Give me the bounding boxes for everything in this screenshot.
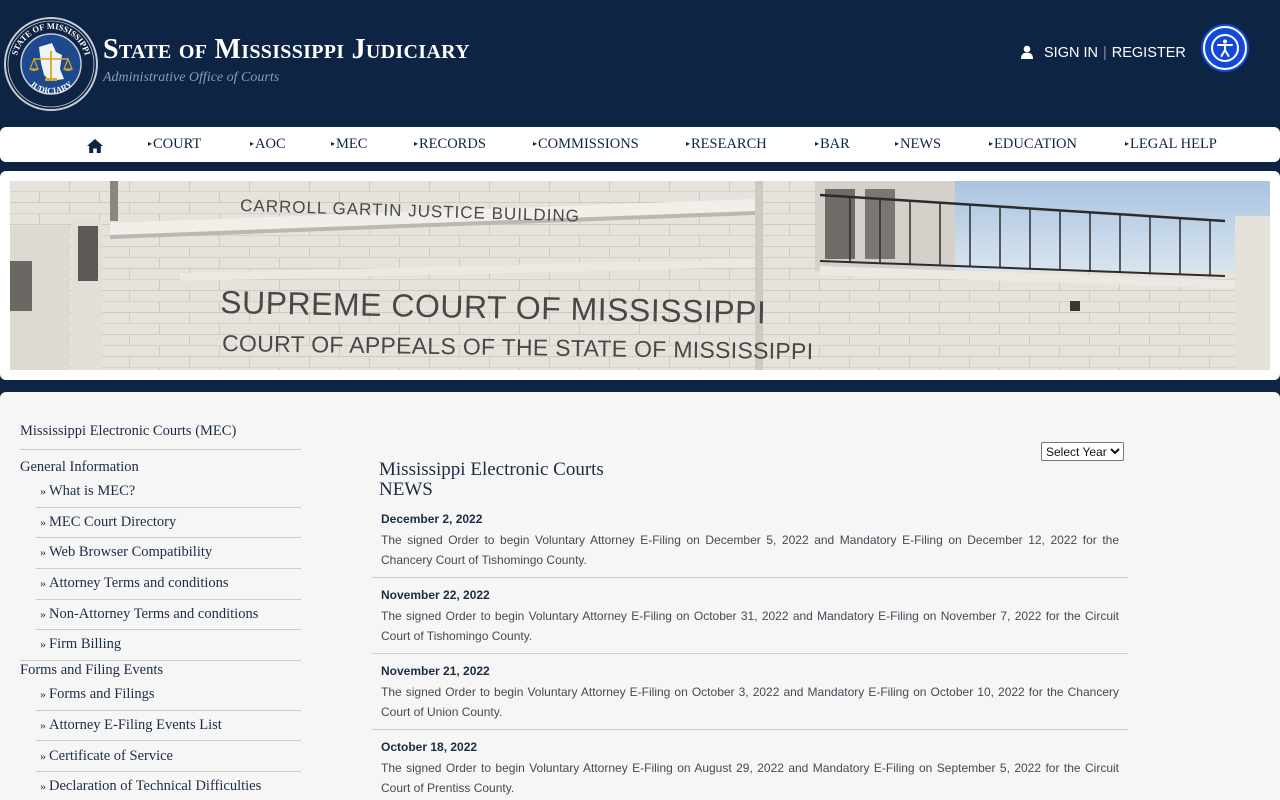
nav-item-records[interactable]: ▸RECORDS xyxy=(414,136,486,153)
news-date: December 2, 2022 xyxy=(381,512,483,526)
sign-in-link[interactable]: SIGN IN xyxy=(1044,45,1098,61)
news-title-line2: NEWS xyxy=(379,479,433,500)
news-text[interactable]: The signed Order to begin Voluntary Atto… xyxy=(381,531,1119,570)
divider xyxy=(20,449,301,450)
sidebar-heading-general-information: General Information xyxy=(20,459,139,475)
nav-label: EDUCATION xyxy=(994,136,1077,152)
nav-item-commissions[interactable]: ▸COMMISSIONS xyxy=(533,136,639,153)
news-date: November 22, 2022 xyxy=(381,588,490,602)
banner-frame: CARROLL GARTIN JUSTICE BUILDING SUPREME … xyxy=(0,171,1280,380)
news-date: November 21, 2022 xyxy=(381,664,490,678)
divider xyxy=(36,507,301,508)
home-icon[interactable] xyxy=(86,138,104,154)
sidebar-link-attorney-terms[interactable]: » Attorney Terms and conditions xyxy=(40,575,229,592)
divider xyxy=(36,629,301,630)
sidebar-link-what-is-mec[interactable]: » What is MEC? xyxy=(40,483,135,500)
sidebar-link-label: MEC Court Directory xyxy=(49,514,177,530)
sidebar-title[interactable]: Mississippi Electronic Courts (MEC) xyxy=(20,423,236,440)
sidebar-link-label: Certificate of Service xyxy=(49,748,173,764)
sidebar-link-e-filing-events-list[interactable]: » Attorney E-Filing Events List xyxy=(40,717,222,734)
sidebar-link-browser-compatibility[interactable]: » Web Browser Compatibility xyxy=(40,544,212,561)
nav-label: BAR xyxy=(820,136,850,152)
mississippi-judiciary-seal-logo[interactable]: STATE OF MISSISSIPPI JUDICIARY xyxy=(4,17,98,111)
nav-label: RECORDS xyxy=(419,136,486,152)
site-header: STATE OF MISSISSIPPI JUDICIARY State of … xyxy=(0,0,1280,126)
site-title[interactable]: State of Mississippi Judiciary xyxy=(103,34,470,66)
news-item: October 18, 2022 The signed Order to beg… xyxy=(372,740,1128,800)
sidebar-link-declaration-technical-difficulties[interactable]: » Declaration of Technical Difficulties xyxy=(40,778,261,795)
news-date: October 18, 2022 xyxy=(381,740,478,754)
main-content-area: Mississippi Electronic Courts (MEC) Gene… xyxy=(0,392,1280,800)
nav-label: NEWS xyxy=(900,136,942,152)
nav-label: AOC xyxy=(255,136,286,152)
accessibility-icon xyxy=(1211,34,1239,62)
year-select[interactable]: Select Year xyxy=(1041,442,1124,461)
nav-label: LEGAL HELP xyxy=(1130,136,1217,152)
accessibility-button[interactable] xyxy=(1203,26,1247,70)
courthouse-banner-image: CARROLL GARTIN JUSTICE BUILDING SUPREME … xyxy=(10,181,1270,370)
sidebar-link-firm-billing[interactable]: » Firm Billing xyxy=(40,636,121,653)
divider xyxy=(36,771,301,772)
sidebar-link-label: Attorney Terms and conditions xyxy=(49,575,229,591)
nav-item-court[interactable]: ▸COURT xyxy=(148,136,201,153)
main-nav: ▸COURT ▸AOC ▸MEC ▸RECORDS ▸COMMISSIONS ▸… xyxy=(0,127,1280,162)
divider xyxy=(36,568,301,569)
sidebar-link-label: Web Browser Compatibility xyxy=(49,544,213,560)
sidebar-link-label: Firm Billing xyxy=(49,636,122,652)
divider xyxy=(372,577,1128,578)
sidebar-link-certificate-of-service[interactable]: » Certificate of Service xyxy=(40,748,173,765)
divider xyxy=(372,729,1128,730)
nav-item-aoc[interactable]: ▸AOC xyxy=(250,136,286,153)
news-page-title: Mississippi Electronic Courts NEWS xyxy=(379,460,604,500)
divider xyxy=(372,653,1128,654)
sidebar-link-label: What is MEC? xyxy=(49,483,136,499)
nav-label: MEC xyxy=(336,136,368,152)
divider xyxy=(36,537,301,538)
divider xyxy=(36,599,301,600)
sidebar-link-non-attorney-terms[interactable]: » Non-Attorney Terms and conditions xyxy=(40,606,258,623)
news-text[interactable]: The signed Order to begin Voluntary Atto… xyxy=(381,759,1119,798)
nav-item-education[interactable]: ▸EDUCATION xyxy=(989,136,1077,153)
nav-item-bar[interactable]: ▸BAR xyxy=(815,136,850,153)
site-subtitle: Administrative Office of Courts xyxy=(103,70,280,85)
nav-item-mec[interactable]: ▸MEC xyxy=(331,136,367,153)
sidebar-heading-forms-and-filing-events: Forms and Filing Events xyxy=(20,662,163,678)
nav-label: COMMISSIONS xyxy=(538,136,639,152)
divider xyxy=(36,710,301,711)
sidebar-link-label: Declaration of Technical Difficulties xyxy=(49,778,262,794)
sidebar-link-forms-and-filings[interactable]: » Forms and Filings xyxy=(40,686,155,703)
auth-links: SIGN IN | REGISTER xyxy=(1020,45,1186,61)
sidebar-link-label: Forms and Filings xyxy=(49,686,155,702)
sidebar-link-label: Attorney E-Filing Events List xyxy=(49,717,222,733)
news-text[interactable]: The signed Order to begin Voluntary Atto… xyxy=(381,683,1119,722)
nav-item-legal-help[interactable]: ▸LEGAL HELP xyxy=(1125,136,1217,153)
register-link[interactable]: REGISTER xyxy=(1112,45,1186,61)
user-icon xyxy=(1021,45,1033,59)
auth-separator: | xyxy=(1102,45,1107,61)
divider xyxy=(36,740,301,741)
sidebar-link-court-directory[interactable]: » MEC Court Directory xyxy=(40,514,176,531)
news-title-line1: Mississippi Electronic Courts xyxy=(379,459,604,480)
news-text[interactable]: The signed Order to begin Voluntary Atto… xyxy=(381,607,1119,646)
nav-label: COURT xyxy=(153,136,202,152)
sidebar-link-label: Non-Attorney Terms and conditions xyxy=(49,606,259,622)
nav-label: RESEARCH xyxy=(691,136,767,152)
nav-item-news[interactable]: ▸NEWS xyxy=(895,136,941,153)
nav-item-research[interactable]: ▸RESEARCH xyxy=(686,136,767,153)
divider xyxy=(20,660,301,661)
